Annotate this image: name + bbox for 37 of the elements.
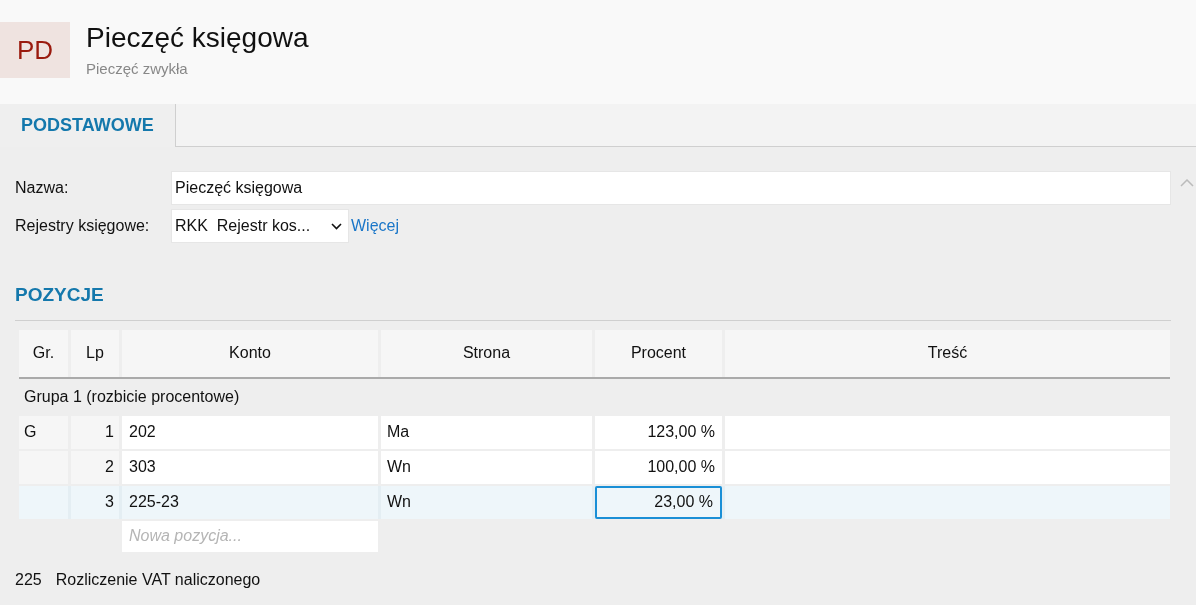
page-subtitle: Pieczęć zwykła [86,59,189,79]
table-cell: 123,00 % [595,415,722,449]
section-title: POZYCJE [15,283,105,307]
more-link[interactable]: Więcej [351,214,399,238]
table-cell: Wn [381,450,592,484]
avatar-badge: PD [0,22,70,78]
chevron-down-icon [331,222,342,230]
table-cell: 225-23 [122,485,378,519]
page-title: Pieczęć księgowa [86,21,309,55]
account-number: 225 [15,569,42,590]
column-header[interactable]: Procent [595,329,722,377]
table-cell: 1 [71,415,119,449]
column-header[interactable]: Treść [725,329,1170,377]
table-cell: 23,00 % [595,485,722,519]
tab[interactable]: PODSTAWOWE [0,104,176,147]
table-cell: 303 [122,450,378,484]
table-row[interactable]: 2 303 Wn 100,00 % [19,450,1170,484]
column-header[interactable]: Konto [122,329,378,377]
chevron-up-icon[interactable] [1180,179,1194,187]
table-cell: Ma [381,415,592,449]
registers-dropdown[interactable]: RKK Rejestr kos... [171,209,349,243]
table-cell: 3 [71,485,119,519]
table-row[interactable]: G 1 202 Ma 123,00 % [19,415,1170,449]
registers-label: Rejestry księgowe: [15,216,151,236]
column-header[interactable]: Strona [381,329,592,377]
name-label: Nazwa: [15,178,70,198]
table-cell: 202 [122,415,378,449]
column-header[interactable]: Gr. [19,329,68,377]
group-label: Grupa 1 (rozbicie procentowe) [23,387,241,407]
table-cell: 2 [71,450,119,484]
table-row[interactable]: 3 225-23 Wn 23,00 % [19,485,1170,519]
column-header[interactable]: Lp [71,329,119,377]
name-input[interactable]: Pieczęć księgowa [171,171,1171,205]
account-name: Rozliczenie VAT naliczonego [55,569,261,590]
table-cell: 100,00 % [595,450,722,484]
table-cell: Wn [381,485,592,519]
table-cell: G [19,415,68,449]
